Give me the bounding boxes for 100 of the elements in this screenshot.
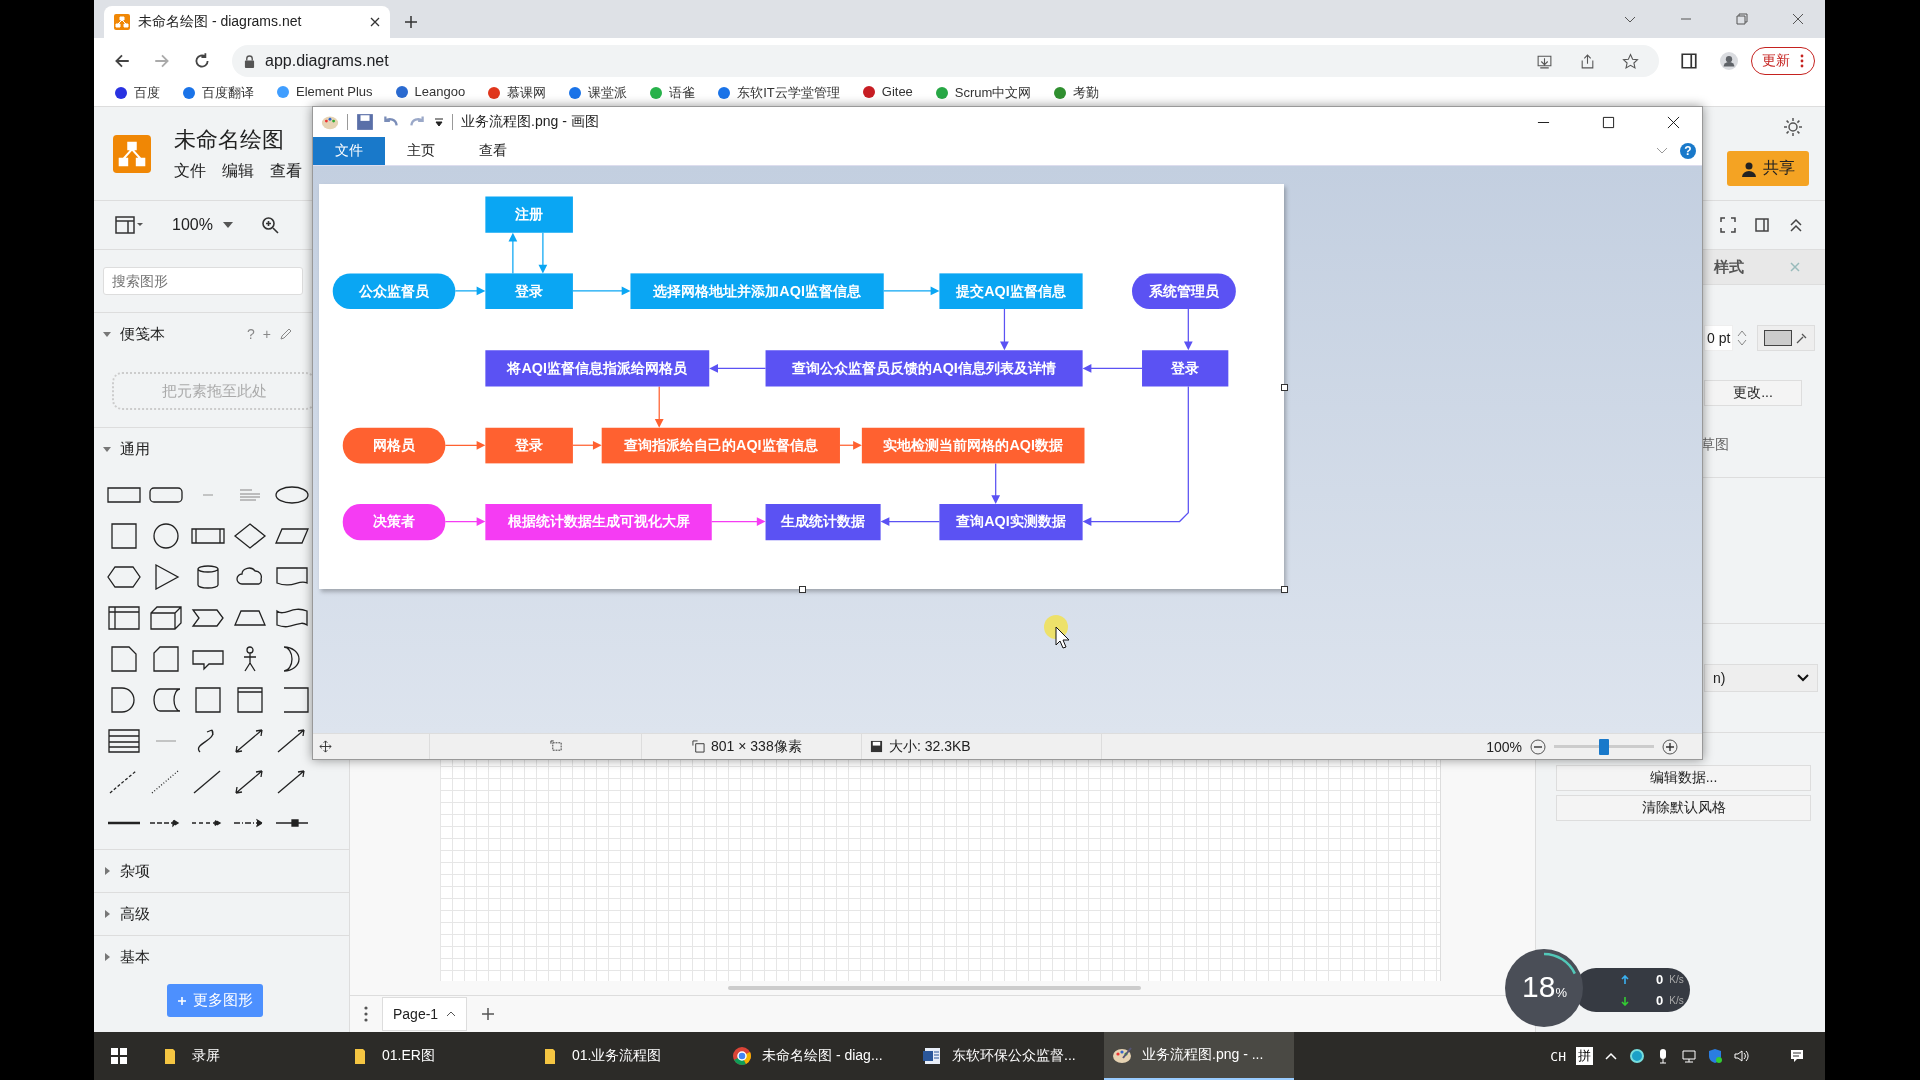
internal-storage-shape-icon[interactable] [106,604,142,631]
shield-icon[interactable] [1707,1048,1723,1064]
network-icon[interactable] [1681,1048,1697,1064]
share-icon[interactable] [1579,52,1596,70]
language-indicator[interactable]: CH [1550,1048,1566,1064]
spinner-icon[interactable] [1737,328,1748,348]
connector-arrow [572,286,631,296]
lock-icon [244,54,255,68]
diamond-shape-icon[interactable] [232,522,268,549]
taskbar-item[interactable]: 01.业务流程图 [534,1032,724,1080]
address-bar[interactable]: app.diagrams.net [232,45,1659,77]
taskbar-item[interactable]: 01.ER图 [344,1032,534,1080]
process-step: 登录 [485,427,573,464]
panel-icon[interactable] [1753,216,1771,234]
clear-style-button[interactable]: 清除默认风格 [1556,795,1811,821]
more-icon[interactable] [364,1006,368,1022]
taskbar-item[interactable]: 业务流程图.png - ... [1104,1032,1294,1080]
hexagon-shape-icon[interactable] [106,563,142,590]
bookmark-link[interactable]: 考勤 [1053,84,1100,102]
layout-icon[interactable] [114,215,144,235]
menu-item[interactable]: 文件 [174,161,206,182]
notification-icon[interactable] [1789,1048,1805,1064]
bookmark-link[interactable]: Leangoo [394,84,466,99]
bookmark-link[interactable]: 语雀 [649,84,696,102]
resize-handle[interactable] [799,586,806,593]
section-title[interactable]: 基本 [120,947,150,967]
sun-icon[interactable] [1783,117,1803,137]
section-title[interactable]: 通用 [120,439,150,459]
bookmark-link[interactable]: 课堂派 [568,84,628,102]
caret-icon[interactable] [222,222,233,228]
bookmark-icon [276,84,290,99]
bookmark-icon [182,86,196,100]
list-shape-icon[interactable] [106,727,142,754]
pencil-icon[interactable] [279,327,293,341]
menu-item[interactable]: 查看 [270,161,302,182]
bookmark-link[interactable]: Scrum中文网 [934,84,1032,102]
reload-icon[interactable] [193,52,211,70]
side-panel-icon[interactable] [1680,52,1698,70]
profile-icon[interactable] [1720,52,1738,70]
expand-toggle-icon[interactable] [102,444,112,454]
new-tab-icon[interactable] [404,15,418,29]
resize-handle[interactable] [1281,586,1288,593]
bookmark-link[interactable]: 东软IT云学堂管理 [717,84,840,102]
circle-icon[interactable] [1629,1048,1645,1064]
edit-data-button[interactable]: 编辑数据... [1556,765,1811,791]
bookmark-link[interactable]: Element Plus [276,84,373,99]
back-icon[interactable] [113,52,131,70]
bookmark-link[interactable]: 慕课网 [487,84,547,102]
bookmark-link[interactable]: 百度翻译 [182,84,254,102]
star-icon[interactable] [1622,52,1639,70]
expand-toggle-icon[interactable] [102,329,112,339]
bookmark-link[interactable]: Gitee [861,84,913,99]
add-page-icon[interactable] [481,1007,496,1021]
format-tab[interactable]: 样式 [1714,257,1744,277]
taskbar-item[interactable]: 未命名绘图 - diag... [724,1032,914,1080]
search-field[interactable]: 搜索图形 [103,267,303,295]
zoom-in-icon[interactable] [1662,738,1678,755]
start-icon[interactable] [110,1047,128,1065]
chevron-down-icon[interactable] [1656,147,1668,155]
zoom-level[interactable]: 100% [172,216,213,234]
taskbar-item[interactable]: 录屏 [154,1032,344,1080]
restore-icon[interactable] [1735,12,1749,26]
change-button[interactable]: 更改... [1704,380,1802,406]
ribbon-tab[interactable]: 文件 [313,137,385,165]
ribbon-tab[interactable]: 查看 [457,137,529,165]
document-title[interactable]: 未命名绘图 [174,125,302,155]
close-icon[interactable] [370,17,380,27]
line-width-field[interactable]: 0 pt [1704,325,1734,351]
percent-unit: % [1555,985,1567,1000]
color-picker[interactable] [1757,325,1816,351]
browser-tab[interactable]: 未命名绘图 - diagrams.net [104,6,390,38]
save-icon[interactable] [356,113,374,131]
customize-caret-icon[interactable] [434,117,444,127]
speaker-icon[interactable] [1733,1048,1749,1064]
section-title[interactable]: 便笺本 [120,324,165,344]
ribbon-tab[interactable]: 主页 [385,137,457,165]
cube-shape-icon[interactable] [148,604,184,631]
taskbar-item[interactable]: 东软环保公众监督... [914,1032,1104,1080]
page-tab[interactable]: Page-1 [382,997,468,1031]
expand-toggle-icon[interactable] [102,866,112,876]
maximize-icon[interactable] [1602,115,1615,129]
resize-handle[interactable] [1281,384,1288,391]
expand-toggle-icon[interactable] [102,909,112,919]
fullscreen-icon[interactable] [1719,216,1737,234]
input-mode-indicator[interactable]: 拼 [1576,1047,1593,1065]
upload-arrow-icon [1620,974,1630,985]
menu-item[interactable]: 编辑 [222,161,254,182]
share-button[interactable]: 共享 [1727,151,1809,186]
zoom-out-icon[interactable] [1530,738,1546,755]
section-title[interactable]: 杂项 [120,861,150,881]
speed-unit: K/s [1669,995,1684,1006]
zoom-in-icon[interactable] [260,216,279,234]
section-title[interactable]: 高级 [120,904,150,924]
help-button[interactable]: ? [1680,143,1696,159]
style-select[interactable]: n) [1704,664,1818,692]
scrollbar[interactable] [728,986,1141,990]
slider-thumb[interactable] [1599,738,1609,755]
expand-toggle-icon[interactable] [102,952,112,962]
bookmark-link[interactable]: 百度 [114,84,160,102]
close-icon[interactable] [1667,115,1680,129]
